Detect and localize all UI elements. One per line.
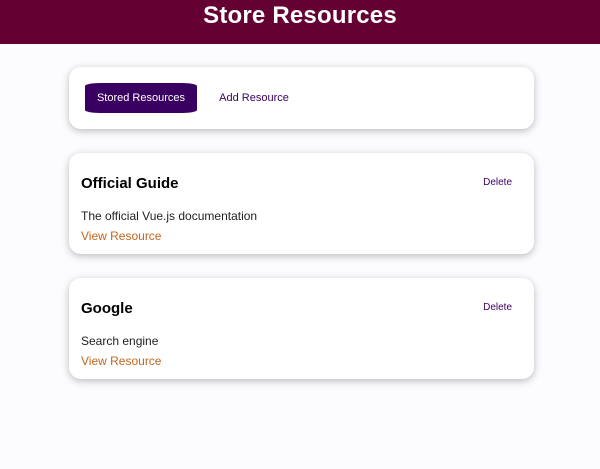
view-resource-link[interactable]: View Resource [81,354,161,368]
add-resource-tab[interactable]: Add Resource [206,83,302,113]
page-title: Store Resources [203,2,397,29]
resource-title: Google [81,300,133,317]
stored-resources-tab[interactable]: Stored Resources [85,83,197,113]
resource-card: Google Delete Search engine View Resourc… [69,278,534,379]
delete-button[interactable]: Delete [483,177,512,188]
resource-description: The official Vue.js documentation [81,209,258,223]
view-resource-link[interactable]: View Resource [81,229,161,243]
tabs-card: Stored Resources Add Resource [69,67,534,129]
page-header: Store Resources [0,0,600,44]
resource-card: Official Guide Delete The official Vue.j… [69,153,534,254]
delete-button[interactable]: Delete [483,302,512,313]
resource-title: Official Guide [81,175,179,192]
resource-description: Search engine [81,334,159,348]
